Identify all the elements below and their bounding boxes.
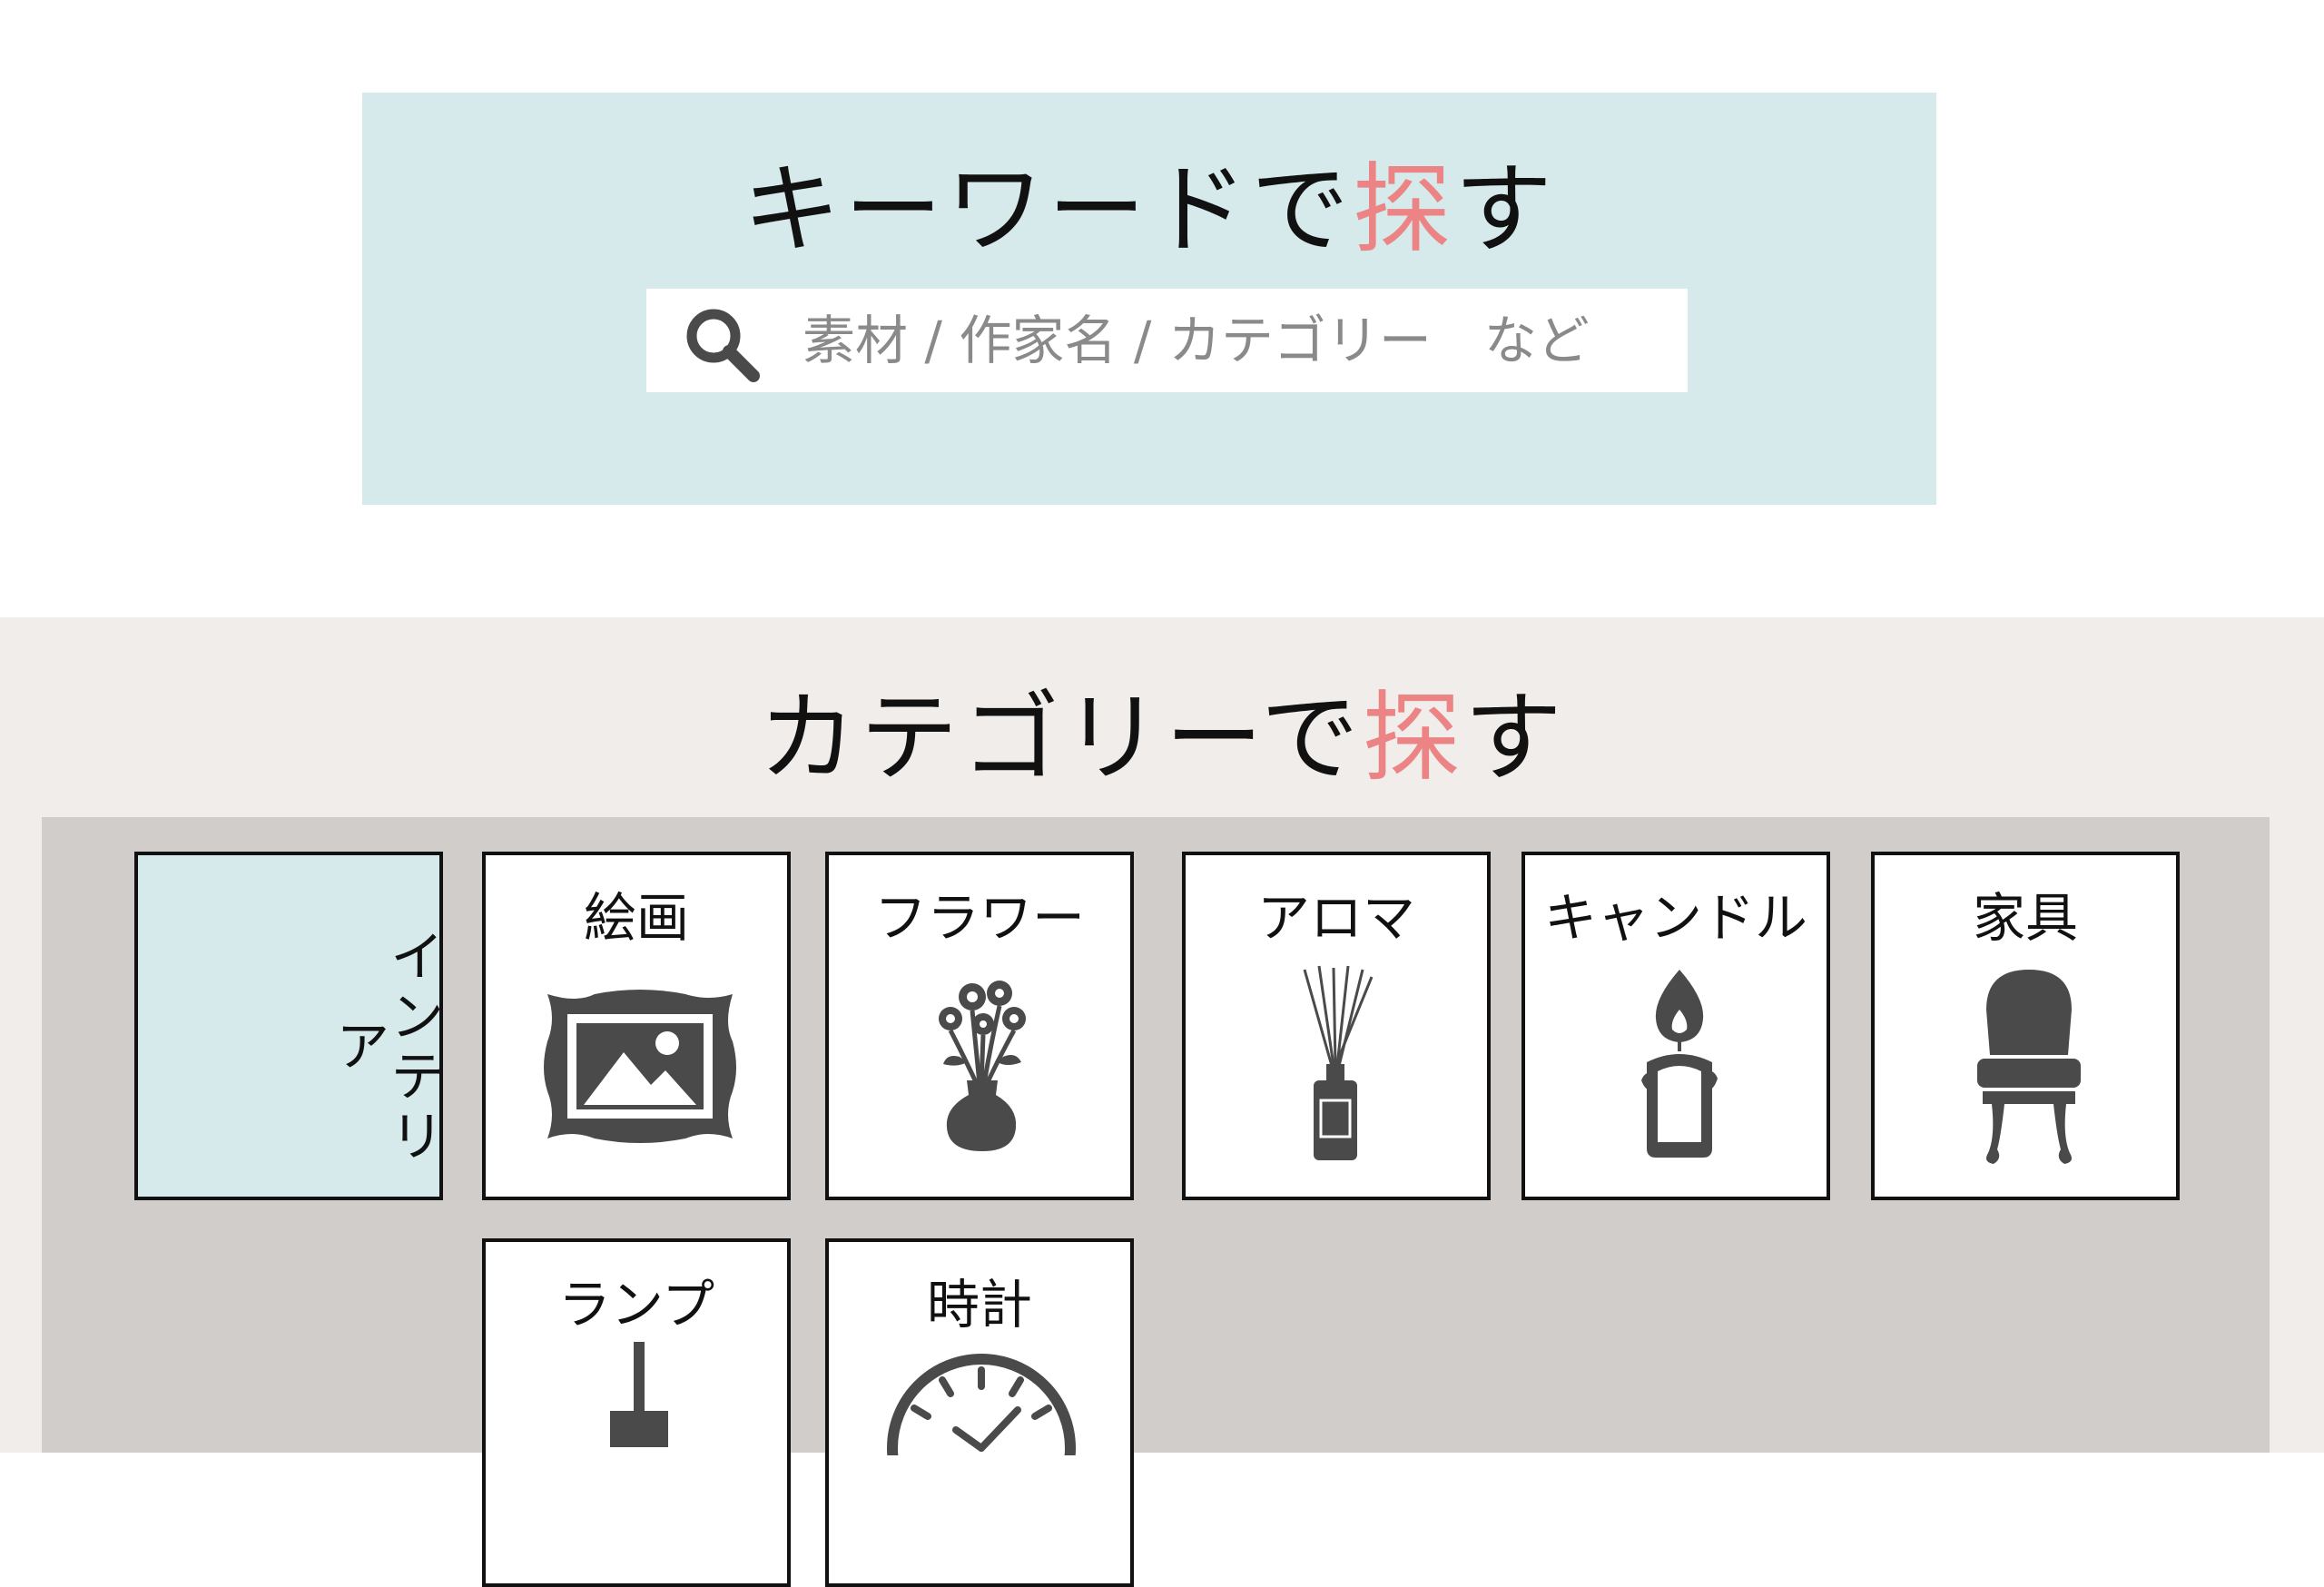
chair-icon	[1977, 970, 2081, 1164]
category-label: キャンドル	[1543, 887, 1807, 949]
heading-text-end: す	[1454, 153, 1557, 267]
keyword-search-heading: キーワードで探す	[362, 162, 1936, 260]
category-search-heading: カテゴリーで探す	[0, 690, 2324, 788]
category-tile-candle[interactable]: キャンドル	[1521, 852, 1830, 1200]
search-box[interactable]	[646, 289, 1688, 392]
flower-vase-icon	[939, 981, 1026, 1151]
search-input[interactable]	[803, 289, 1665, 392]
reed-diffuser-icon	[1303, 965, 1374, 1160]
category-grid: インテリア 絵画 フラワー アロマ キャンドル 家具 ランプ 時計	[42, 817, 2270, 1587]
category-tile-lamp[interactable]: ランプ	[482, 1238, 791, 1587]
category-tile-flower[interactable]: フラワー	[825, 852, 1134, 1200]
category-search-section: カテゴリーで探す インテリア 絵画 フラワー アロマ キャンドル 家具 ランプ …	[0, 617, 2324, 1587]
heading-text-end: す	[1463, 682, 1566, 795]
candle-icon	[1641, 970, 1718, 1158]
heading-text: キーワードで	[742, 153, 1353, 267]
search-icon[interactable]	[681, 303, 763, 385]
heading-highlight: 探	[1352, 153, 1454, 267]
category-label: 時計	[926, 1274, 1032, 1336]
category-label: 家具	[1972, 887, 2078, 949]
category-tile-painting[interactable]: 絵画	[482, 852, 791, 1200]
tab-interior-label: インテリア	[326, 928, 444, 1168]
clock-icon	[887, 1354, 1076, 1455]
heading-highlight: 探	[1362, 682, 1464, 795]
keyword-search-panel: キーワードで探す	[362, 93, 1936, 505]
heading-text: カテゴリーで	[758, 682, 1363, 795]
category-tile-aroma[interactable]: アロマ	[1182, 852, 1491, 1200]
tab-interior[interactable]: インテリア	[134, 852, 444, 1200]
lamp-icon	[610, 1342, 668, 1447]
category-label: フラワー	[873, 887, 1085, 949]
category-label: アロマ	[1256, 887, 1415, 949]
category-label: 絵画	[583, 887, 689, 949]
framed-picture-icon	[544, 990, 736, 1143]
category-label: ランプ	[557, 1274, 715, 1336]
category-tile-clock[interactable]: 時計	[825, 1238, 1134, 1587]
category-tile-furniture[interactable]: 家具	[1871, 852, 2180, 1200]
